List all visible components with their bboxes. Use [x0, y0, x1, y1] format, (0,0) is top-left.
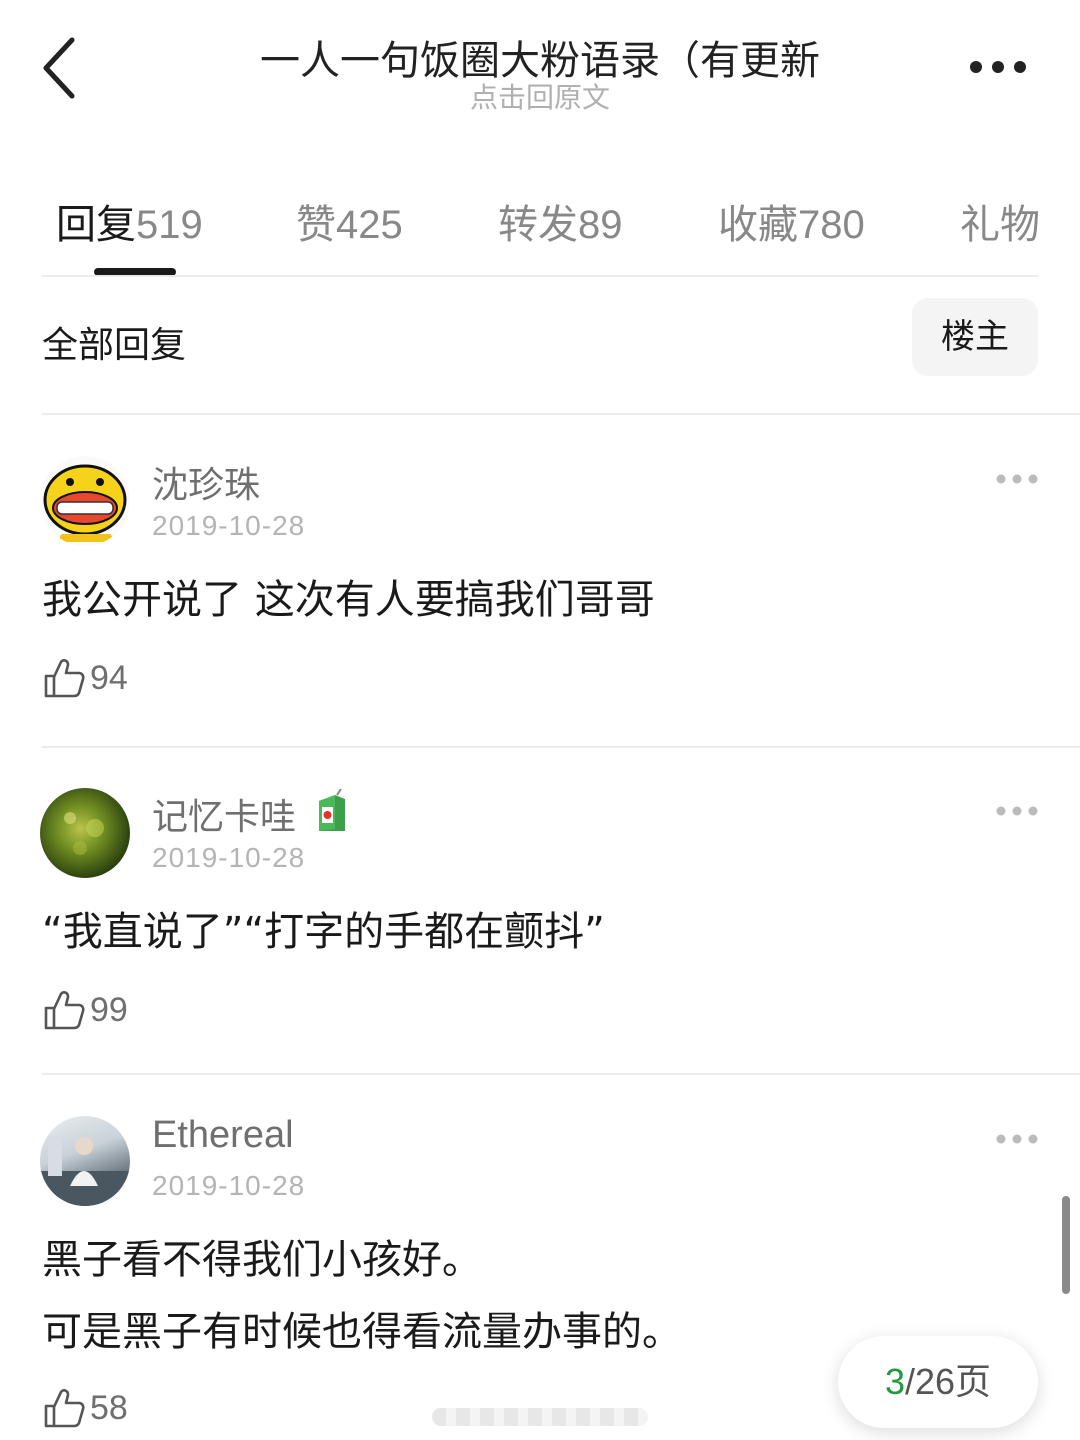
tab-gifts[interactable]: 礼物 [960, 192, 1040, 250]
user-name[interactable]: 记忆卡哇 [152, 788, 349, 840]
thumbs-up-icon [44, 659, 85, 698]
all-replies-label: 全部回复 [42, 325, 187, 366]
divider [42, 275, 1038, 277]
post-detail-screen: 一人一句饭圈大粉语录（有更新 点击回原文 回复519 赞425 转发89 收藏7… [0, 0, 1080, 1440]
comment-date: 2019-10-28 [152, 1170, 306, 1201]
back-to-original-link[interactable]: 点击回原文 [160, 76, 920, 116]
tab-label: 收藏 [718, 202, 798, 248]
op-only-filter-button[interactable]: 楼主 [912, 298, 1038, 376]
comment-line: 我公开说了 这次有人要搞我们哥哥 [42, 577, 655, 623]
tab-label: 礼物 [960, 202, 1040, 248]
green-nature-avatar-icon [64, 812, 104, 855]
scrollbar[interactable] [1062, 1196, 1070, 1294]
tab-count: 425 [336, 203, 403, 247]
thumbs-up-icon [44, 991, 85, 1030]
tab-replies[interactable]: 回复519 [56, 192, 203, 250]
comment-line: 可是黑子有时候也得看流量办事的。 [42, 1309, 682, 1355]
more-options-icon[interactable] [958, 50, 1038, 84]
comment-more-icon[interactable] [994, 1132, 1040, 1146]
user-avatar[interactable] [40, 456, 130, 546]
comment-text: 黑子看不得我们小孩好。 可是黑子有时候也得看流量办事的。 [42, 1224, 682, 1368]
person-photo-avatar-icon [40, 1136, 130, 1206]
comment-text: “我直说了”“打字的手都在颤抖” [42, 896, 605, 968]
like-count: 58 [90, 1388, 128, 1427]
tab-label: 赞 [296, 202, 336, 248]
like-button[interactable]: 94 [42, 654, 128, 702]
divider [42, 1073, 1080, 1075]
like-count: 94 [90, 658, 128, 697]
tab-count: 780 [798, 203, 865, 247]
tab-count: 519 [136, 203, 203, 247]
yellow-smiley-avatar-icon [40, 456, 130, 546]
home-indicator [432, 1408, 648, 1426]
user-name-text: 记忆卡哇 [152, 797, 297, 838]
tab-count: 89 [578, 203, 623, 247]
user-name[interactable]: Ethereal [152, 1114, 294, 1157]
divider [42, 413, 1080, 415]
juice-box-icon [319, 788, 346, 831]
top-bar: 一人一句饭圈大粉语录（有更新 点击回原文 [0, 0, 1080, 130]
total-pages: /26 [904, 1361, 956, 1402]
user-avatar[interactable] [40, 788, 130, 878]
tab-favorites[interactable]: 收藏780 [718, 192, 865, 250]
thumbs-up-icon [44, 1389, 85, 1428]
tab-reposts[interactable]: 转发89 [498, 192, 623, 250]
like-button[interactable]: 99 [42, 986, 128, 1034]
back-arrow-icon[interactable] [30, 30, 90, 106]
user-name[interactable]: 沈珍珠 [152, 456, 260, 508]
interaction-tabs: 回复519 赞425 转发89 收藏780 礼物 [0, 180, 1080, 276]
tab-label: 转发 [498, 202, 578, 248]
user-avatar[interactable] [40, 1116, 130, 1206]
comment-more-icon[interactable] [994, 804, 1040, 818]
current-page: 3 [884, 1361, 905, 1402]
comment-line: “我直说了”“打字的手都在颤抖” [42, 909, 605, 955]
comment-more-icon[interactable] [994, 472, 1040, 486]
like-button[interactable]: 58 [42, 1384, 128, 1432]
divider [42, 746, 1080, 748]
page-suffix: 页 [955, 1362, 992, 1403]
comment-line: 黑子看不得我们小孩好。 [42, 1237, 482, 1283]
tab-likes[interactable]: 赞425 [296, 192, 403, 250]
page-indicator-button[interactable]: 3/26页 [838, 1336, 1038, 1428]
tab-label: 回复 [56, 202, 136, 248]
comment-date: 2019-10-28 [152, 510, 306, 541]
comment-text: 我公开说了 这次有人要搞我们哥哥 [42, 564, 655, 636]
like-count: 99 [90, 990, 128, 1029]
comment-date: 2019-10-28 [152, 842, 306, 873]
